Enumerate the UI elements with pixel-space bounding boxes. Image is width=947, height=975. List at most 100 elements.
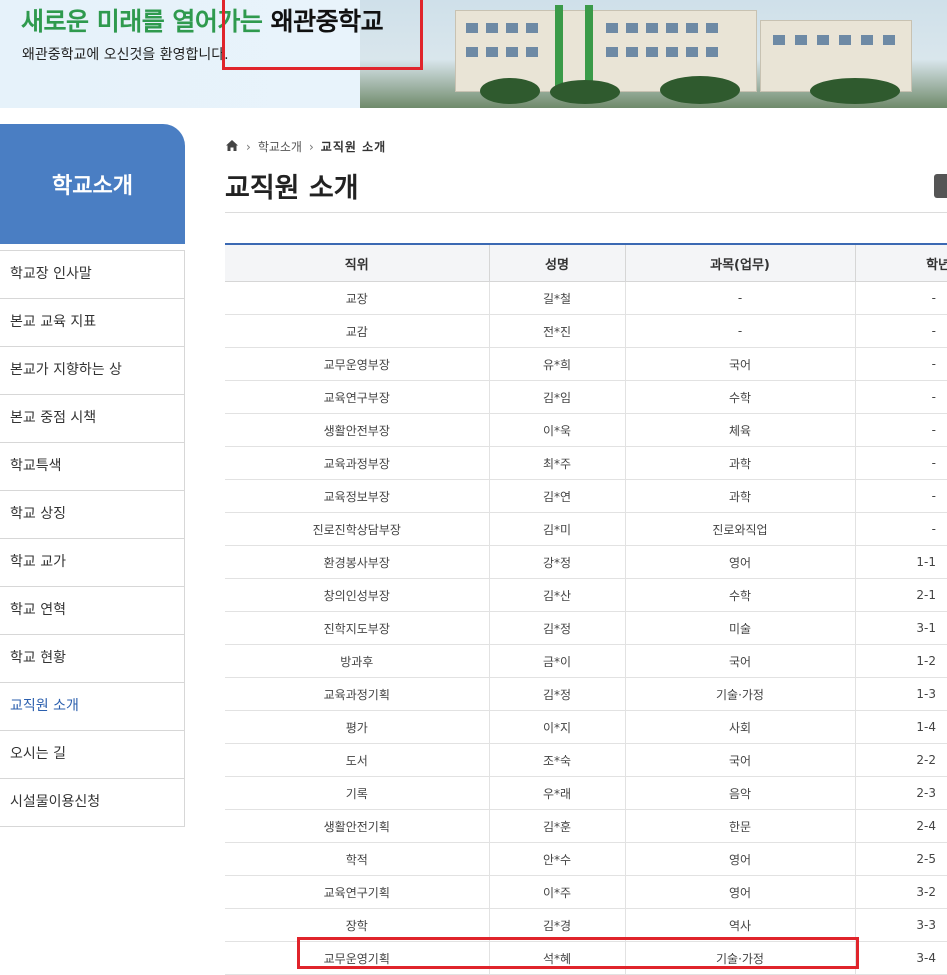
- cell-position: 평가: [225, 710, 490, 744]
- table-row: 교육연구부장 김*임 수학 -: [225, 380, 947, 414]
- cell-name: 강*정: [489, 545, 626, 579]
- sidebar-item-staff-intro[interactable]: 교직원 소개: [0, 683, 184, 731]
- sidebar-item-facility-booking[interactable]: 시설물이용신청: [0, 779, 184, 826]
- annotation-highlight-school-name: [222, 0, 423, 70]
- cell-subject: 국어: [625, 347, 856, 381]
- breadcrumb-current: 교직원 소개: [320, 140, 387, 154]
- cell-name: 이*욱: [489, 413, 626, 447]
- top-banner: 새로운 미래를 열어가는 왜관중학교 왜관중학교에 오신것을 환영합니다.: [0, 0, 947, 108]
- sidebar-item-key-policies[interactable]: 본교 중점 시책: [0, 395, 184, 443]
- cell-subject: 체육: [625, 413, 856, 447]
- table-row: 생활안전부장 이*욱 체육 -: [225, 413, 947, 447]
- cell-position: 교육과정부장: [225, 446, 490, 480]
- sidebar-item-education-goals[interactable]: 본교 교육 지표: [0, 299, 184, 347]
- sidebar-item-school-status[interactable]: 학교 현황: [0, 635, 184, 683]
- cell-position: 기록: [225, 776, 490, 810]
- cell-position: 생활안전부장: [225, 413, 490, 447]
- cell-grade: -: [855, 347, 947, 381]
- cell-subject: 과학: [625, 479, 856, 513]
- staff-table-body: 교장 길*철 - - 교감 전*진 - - 교무운영부장 유*희 국어 - 교육연구부장 김*임 수학 - 생활…: [225, 281, 947, 975]
- breadcrumb-parent[interactable]: 학교소개: [258, 138, 302, 155]
- print-icon[interactable]: [934, 174, 947, 198]
- cell-position: 창의인성부장: [225, 578, 490, 612]
- cell-grade: 2-4: [855, 809, 947, 843]
- cell-name: 이*주: [489, 875, 626, 909]
- sidebar-item-ideal-image[interactable]: 본교가 지향하는 상: [0, 347, 184, 395]
- cell-name: 길*철: [489, 281, 626, 315]
- table-row: 도서 조*숙 국어 2-2: [225, 743, 947, 777]
- table-row: 교육연구기획 이*주 영어 3-2: [225, 875, 947, 909]
- header-position: 직위: [225, 244, 490, 282]
- cell-position: 교무운영부장: [225, 347, 490, 381]
- cell-position: 생활안전기획: [225, 809, 490, 843]
- cell-position: 진학지도부장: [225, 611, 490, 645]
- cell-position: 교육정보부장: [225, 479, 490, 513]
- annotation-highlight-row: [297, 937, 859, 969]
- sidebar-item-school-features[interactable]: 학교특색: [0, 443, 184, 491]
- cell-grade: 2-3: [855, 776, 947, 810]
- table-row: 방과후 금*이 국어 1-2: [225, 644, 947, 678]
- cell-subject: 영어: [625, 545, 856, 579]
- cell-position: 교장: [225, 281, 490, 315]
- cell-grade: 3-4: [855, 941, 947, 975]
- table-row: 생활안전기획 김*훈 한문 2-4: [225, 809, 947, 843]
- table-row: 교감 전*진 - -: [225, 314, 947, 348]
- cell-position: 방과후: [225, 644, 490, 678]
- cell-grade: 2-2: [855, 743, 947, 777]
- cell-subject: 영어: [625, 842, 856, 876]
- cell-name: 김*연: [489, 479, 626, 513]
- cell-subject: 기술·가정: [625, 677, 856, 711]
- header-grade: 학년: [855, 244, 947, 282]
- cell-grade: -: [855, 479, 947, 513]
- cell-subject: 국어: [625, 743, 856, 777]
- cell-grade: 3-1: [855, 611, 947, 645]
- cell-position: 교감: [225, 314, 490, 348]
- cell-subject: 수학: [625, 380, 856, 414]
- cell-grade: 1-2: [855, 644, 947, 678]
- chevron-right-icon: ›: [308, 139, 314, 154]
- banner-subtitle: 왜관중학교에 오신것을 환영합니다.: [22, 47, 229, 63]
- cell-grade: -: [855, 413, 947, 447]
- table-row: 교육과정부장 최*주 과학 -: [225, 446, 947, 480]
- sidebar-item-school-history[interactable]: 학교 연혁: [0, 587, 184, 635]
- table-header-row: 직위 성명 과목(업무) 학년: [225, 244, 947, 282]
- home-icon[interactable]: [225, 139, 239, 155]
- table-row: 교육정보부장 김*연 과학 -: [225, 479, 947, 513]
- cell-grade: -: [855, 446, 947, 480]
- sidebar-menu: 학교장 인사말 본교 교육 지표 본교가 지향하는 상 본교 중점 시책 학교특…: [0, 250, 185, 827]
- breadcrumb: › 학교소개 › 교직원 소개: [225, 138, 386, 155]
- cell-name: 김*정: [489, 677, 626, 711]
- cell-subject: 수학: [625, 578, 856, 612]
- cell-grade: 1-1: [855, 545, 947, 579]
- table-row: 평가 이*지 사회 1-4: [225, 710, 947, 744]
- cell-subject: 사회: [625, 710, 856, 744]
- cell-name: 유*희: [489, 347, 626, 381]
- sidebar-heading: 학교소개: [0, 124, 185, 244]
- cell-position: 교육연구기획: [225, 875, 490, 909]
- sidebar-item-school-song[interactable]: 학교 교가: [0, 539, 184, 587]
- cell-position: 진로진학상담부장: [225, 512, 490, 546]
- table-row: 교장 길*철 - -: [225, 281, 947, 315]
- cell-grade: 1-3: [855, 677, 947, 711]
- cell-subject: 영어: [625, 875, 856, 909]
- cell-subject: 미술: [625, 611, 856, 645]
- sidebar-item-school-symbols[interactable]: 학교 상징: [0, 491, 184, 539]
- cell-position: 교육연구부장: [225, 380, 490, 414]
- cell-name: 김*산: [489, 578, 626, 612]
- table-row: 교육과정기획 김*정 기술·가정 1-3: [225, 677, 947, 711]
- table-row: 창의인성부장 김*산 수학 2-1: [225, 578, 947, 612]
- cell-name: 조*숙: [489, 743, 626, 777]
- sidebar-item-directions[interactable]: 오시는 길: [0, 731, 184, 779]
- cell-name: 전*진: [489, 314, 626, 348]
- sidebar-item-principal-greeting[interactable]: 학교장 인사말: [0, 251, 184, 299]
- table-row: 진로진학상담부장 김*미 진로와직업 -: [225, 512, 947, 546]
- page-title: 교직원 소개: [225, 173, 359, 204]
- cell-position: 환경봉사부장: [225, 545, 490, 579]
- cell-grade: -: [855, 380, 947, 414]
- cell-name: 금*이: [489, 644, 626, 678]
- cell-name: 김*임: [489, 380, 626, 414]
- table-row: 기록 우*래 음악 2-3: [225, 776, 947, 810]
- cell-grade: 1-4: [855, 710, 947, 744]
- header-name: 성명: [489, 244, 626, 282]
- cell-grade: -: [855, 314, 947, 348]
